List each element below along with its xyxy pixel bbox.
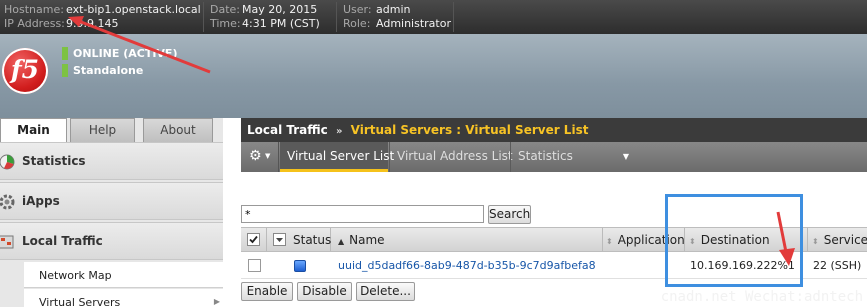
search-button[interactable]: Search (488, 205, 531, 224)
gear-menu-button[interactable]: ⚙ ▼ (241, 142, 279, 172)
user-label: User: (343, 3, 372, 16)
ip-value: 9.9.9.145 (66, 17, 119, 30)
date-value: May 20, 2015 (242, 3, 318, 16)
column-service-port[interactable]: ⬍ Service P (808, 228, 867, 251)
column-label: Status (293, 233, 332, 247)
tab-label: Statistics (518, 149, 573, 163)
service-port-cell: 22 (SSH) (813, 259, 862, 272)
watermark: cnadn.net Wechat:adntech (660, 289, 863, 305)
nav-section-label: iApps (22, 194, 60, 208)
column-name[interactable]: ▲ Name (331, 228, 603, 251)
row-checkbox[interactable] (248, 259, 261, 272)
status-available-icon (294, 260, 306, 272)
tab-main[interactable]: Main (0, 118, 67, 143)
mode-status-indicator (62, 64, 68, 77)
tab-about[interactable]: About (143, 118, 213, 142)
sort-icon: ⬍ (606, 237, 613, 246)
online-status-indicator (62, 47, 68, 60)
page-title-bar: Local Traffic » Virtual Servers : Virtua… (241, 118, 867, 142)
nav-section-local-traffic[interactable]: Local Traffic (0, 222, 223, 260)
caret-down-icon: ▼ (265, 152, 271, 160)
user-value: admin (376, 3, 411, 16)
nav-section-label: Local Traffic (22, 234, 103, 248)
statistics-icon (0, 153, 16, 171)
time-value: 4:31 PM (CST) (242, 17, 320, 30)
enable-button[interactable]: Enable (241, 282, 293, 301)
chevron-down-icon: ▼ (622, 152, 629, 161)
nav-section-iapps[interactable]: iApps (0, 182, 223, 220)
user-info: User: admin Role: Administrator (343, 3, 451, 31)
sort-icon: ⬍ (812, 237, 819, 246)
column-label: Service P (823, 233, 867, 247)
role-value: Administrator (376, 17, 451, 30)
select-all-cell (241, 228, 267, 251)
host-info: Hostname: ext-bip1.openstack.local IP Add… (4, 3, 201, 31)
hostname-value: ext-bip1.openstack.local (66, 3, 201, 16)
tab-virtual-address-list[interactable]: Virtual Address List (389, 142, 513, 172)
date-label: Date: (210, 3, 240, 16)
nav-item-label: Virtual Servers (39, 296, 121, 307)
chevron-right-icon: ▶ (213, 297, 220, 306)
nav-item-network-map[interactable]: Network Map (24, 262, 223, 288)
nav-section-label: Statistics (22, 154, 86, 168)
local-traffic-icon (0, 233, 16, 251)
f5-logo[interactable]: f5 (2, 48, 48, 94)
breadcrumb: Virtual Servers : Virtual Server List (350, 123, 589, 137)
tab-statistics[interactable]: Statistics ▼ (510, 142, 636, 172)
column-menu-icon[interactable] (273, 233, 286, 246)
header-divider (453, 2, 454, 32)
time-label: Time: (210, 17, 241, 30)
disable-button[interactable]: Disable (297, 282, 352, 301)
header-divider (203, 2, 204, 32)
tab-help[interactable]: Help (70, 118, 135, 142)
nav-item-virtual-servers[interactable]: Virtual Servers ▶ (24, 289, 223, 307)
system-info-bar: Hostname: ext-bip1.openstack.local IP Add… (0, 0, 867, 34)
header-divider (336, 2, 337, 32)
nav-section-statistics[interactable]: Statistics (0, 142, 223, 180)
content-tabs: ⚙ ▼ Virtual Server List Virtual Address … (241, 142, 867, 172)
date-info: Date: May 20, 2015 Time:4:31 PM (CST) (210, 3, 320, 31)
column-label: Name (349, 233, 385, 247)
select-all-checkbox[interactable] (247, 233, 260, 246)
gear-icon: ⚙ (249, 148, 262, 164)
role-label: Role: (343, 17, 371, 30)
tab-virtual-server-list[interactable]: Virtual Server List (280, 142, 394, 172)
sort-asc-icon: ▲ (338, 237, 345, 246)
virtual-server-name-link[interactable]: uuid_d5dadf66-8ab9-487d-b35b-9c7d9afbefa… (338, 259, 596, 272)
search-input[interactable] (241, 205, 484, 223)
column-status[interactable]: Status (267, 228, 331, 251)
breadcrumb-separator-icon: » (335, 126, 343, 137)
annotation-box (665, 194, 803, 287)
status-mode: Standalone (73, 64, 144, 77)
hostname-label: Hostname: (4, 3, 64, 16)
status-online: ONLINE (ACTIVE) (73, 47, 178, 60)
page-section: Local Traffic (247, 123, 328, 137)
delete-button[interactable]: Delete... (356, 282, 415, 301)
ip-label: IP Address: (4, 17, 65, 30)
iapps-gear-icon (0, 193, 16, 211)
